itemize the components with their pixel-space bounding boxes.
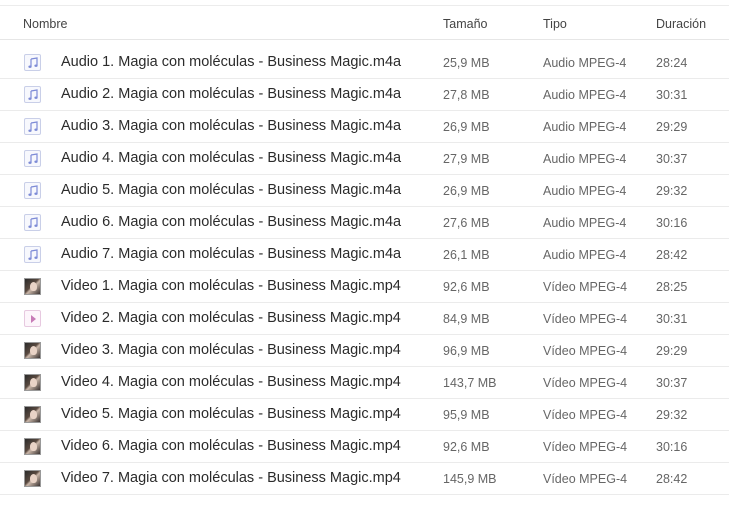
file-name: Video 2. Magia con moléculas - Business … xyxy=(61,310,401,326)
video-thumbnail-icon xyxy=(24,406,41,423)
video-thumbnail-icon xyxy=(24,342,41,359)
file-size: 92,6 MB xyxy=(443,440,490,454)
audio-file-icon xyxy=(24,118,41,135)
file-row[interactable]: Video 5. Magia con moléculas - Business … xyxy=(0,399,729,431)
file-duration: 30:16 xyxy=(656,216,688,230)
file-duration: 30:16 xyxy=(656,440,688,454)
file-type: Audio MPEG-4 xyxy=(543,216,627,230)
file-type: Audio MPEG-4 xyxy=(543,248,627,262)
file-row[interactable]: Audio 3. Magia con moléculas - Business … xyxy=(0,111,729,143)
column-header-row: Nombre Tamaño Tipo Duración xyxy=(0,5,729,40)
video-thumbnail-icon xyxy=(24,438,41,455)
audio-file-icon xyxy=(24,54,41,71)
audio-file-icon xyxy=(24,246,41,263)
file-type: Vídeo MPEG-4 xyxy=(543,312,628,326)
file-size: 26,9 MB xyxy=(443,120,490,134)
audio-file-icon xyxy=(24,86,41,103)
file-row[interactable]: Video 1. Magia con moléculas - Business … xyxy=(0,271,729,303)
file-name: Audio 5. Magia con moléculas - Business … xyxy=(61,182,402,198)
file-type: Vídeo MPEG-4 xyxy=(543,280,628,294)
file-size: 26,9 MB xyxy=(443,184,490,198)
file-type: Vídeo MPEG-4 xyxy=(543,472,628,486)
file-duration: 30:37 xyxy=(656,152,688,166)
file-name: Video 3. Magia con moléculas - Business … xyxy=(61,342,401,358)
file-size: 84,9 MB xyxy=(443,312,490,326)
file-row[interactable]: Audio 7. Magia con moléculas - Business … xyxy=(0,239,729,271)
video-thumbnail-icon xyxy=(24,470,41,487)
file-type: Vídeo MPEG-4 xyxy=(543,344,628,358)
file-type: Audio MPEG-4 xyxy=(543,120,627,134)
column-header-duration[interactable]: Duración xyxy=(656,17,706,31)
file-row[interactable]: Video 4. Magia con moléculas - Business … xyxy=(0,367,729,399)
file-type: Vídeo MPEG-4 xyxy=(543,440,628,454)
file-size: 95,9 MB xyxy=(443,408,490,422)
file-type: Vídeo MPEG-4 xyxy=(543,376,628,390)
file-type: Audio MPEG-4 xyxy=(543,152,627,166)
file-duration: 28:24 xyxy=(656,56,688,70)
file-duration: 29:29 xyxy=(656,344,688,358)
file-duration: 28:42 xyxy=(656,248,688,262)
column-header-name[interactable]: Nombre xyxy=(23,17,67,31)
file-name: Video 4. Magia con moléculas - Business … xyxy=(61,374,401,390)
file-rows: Audio 1. Magia con moléculas - Business … xyxy=(0,47,729,495)
file-name: Video 7. Magia con moléculas - Business … xyxy=(61,470,401,486)
file-name: Video 6. Magia con moléculas - Business … xyxy=(61,438,401,454)
file-duration: 28:42 xyxy=(656,472,688,486)
file-size: 27,8 MB xyxy=(443,88,490,102)
file-row[interactable]: Video 2. Magia con moléculas - Business … xyxy=(0,303,729,335)
file-size: 143,7 MB xyxy=(443,376,497,390)
audio-file-icon xyxy=(24,182,41,199)
file-row[interactable]: Video 3. Magia con moléculas - Business … xyxy=(0,335,729,367)
file-row[interactable]: Audio 5. Magia con moléculas - Business … xyxy=(0,175,729,207)
file-name: Audio 6. Magia con moléculas - Business … xyxy=(61,214,402,230)
file-row[interactable]: Audio 4. Magia con moléculas - Business … xyxy=(0,143,729,175)
audio-file-icon xyxy=(24,214,41,231)
file-duration: 29:32 xyxy=(656,408,688,422)
file-row[interactable]: Video 7. Magia con moléculas - Business … xyxy=(0,463,729,495)
audio-file-icon xyxy=(24,150,41,167)
column-header-type[interactable]: Tipo xyxy=(543,17,567,31)
file-row[interactable]: Audio 6. Magia con moléculas - Business … xyxy=(0,207,729,239)
file-size: 96,9 MB xyxy=(443,344,490,358)
file-size: 25,9 MB xyxy=(443,56,490,70)
file-type: Audio MPEG-4 xyxy=(543,56,627,70)
file-type: Vídeo MPEG-4 xyxy=(543,408,628,422)
file-size: 145,9 MB xyxy=(443,472,497,486)
file-duration: 30:31 xyxy=(656,312,688,326)
file-name: Audio 4. Magia con moléculas - Business … xyxy=(61,150,402,166)
file-row[interactable]: Video 6. Magia con moléculas - Business … xyxy=(0,431,729,463)
file-duration: 30:31 xyxy=(656,88,688,102)
file-name: Audio 2. Magia con moléculas - Business … xyxy=(61,86,402,102)
file-name: Audio 3. Magia con moléculas - Business … xyxy=(61,118,402,134)
file-duration: 30:37 xyxy=(656,376,688,390)
file-type: Audio MPEG-4 xyxy=(543,88,627,102)
file-size: 26,1 MB xyxy=(443,248,490,262)
file-row[interactable]: Audio 1. Magia con moléculas - Business … xyxy=(0,47,729,79)
file-name: Audio 7. Magia con moléculas - Business … xyxy=(61,246,402,262)
file-type: Audio MPEG-4 xyxy=(543,184,627,198)
file-duration: 29:32 xyxy=(656,184,688,198)
video-thumbnail-icon xyxy=(24,278,41,295)
file-size: 27,9 MB xyxy=(443,152,490,166)
file-name: Video 1. Magia con moléculas - Business … xyxy=(61,278,401,294)
file-size: 92,6 MB xyxy=(443,280,490,294)
video-file-icon xyxy=(24,310,41,327)
file-row[interactable]: Audio 2. Magia con moléculas - Business … xyxy=(0,79,729,111)
file-size: 27,6 MB xyxy=(443,216,490,230)
file-duration: 28:25 xyxy=(656,280,688,294)
file-name: Audio 1. Magia con moléculas - Business … xyxy=(61,54,402,70)
video-thumbnail-icon xyxy=(24,374,41,391)
file-name: Video 5. Magia con moléculas - Business … xyxy=(61,406,401,422)
file-duration: 29:29 xyxy=(656,120,688,134)
column-header-size[interactable]: Tamaño xyxy=(443,17,487,31)
